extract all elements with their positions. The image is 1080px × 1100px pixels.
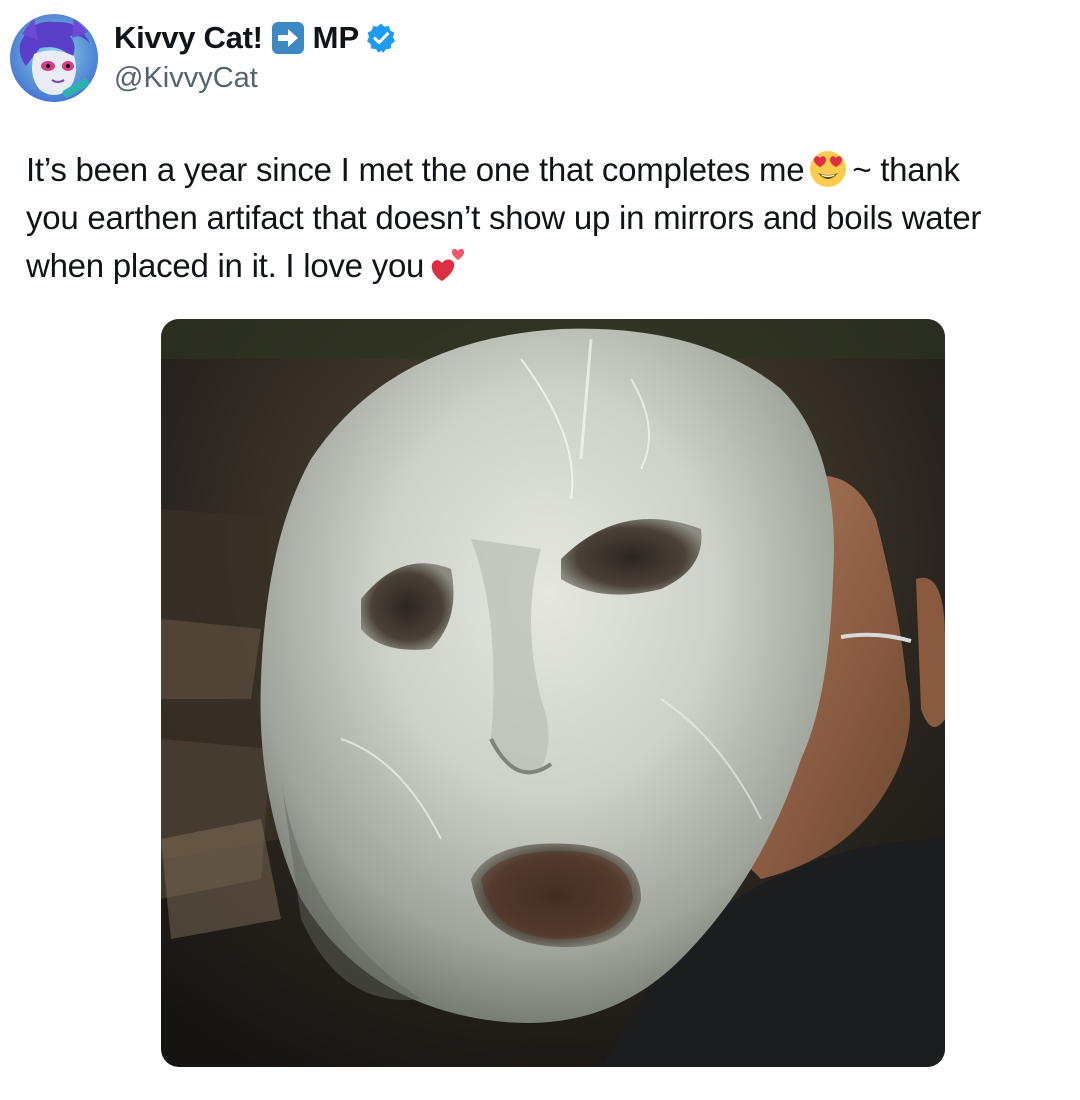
author-avatar[interactable] xyxy=(10,14,98,102)
smiling-face-with-heart-eyes-emoji-icon xyxy=(808,149,848,189)
author-handle[interactable]: @KivvyCat xyxy=(114,62,397,95)
tweet-text-segment: when placed in it. I love you xyxy=(26,247,425,284)
two-hearts-emoji-icon xyxy=(428,245,468,285)
tweet-text-line-3: when placed in it. I love you xyxy=(26,242,1076,290)
tweet-text-line-1: It’s been a year since I met the one tha… xyxy=(26,146,1076,194)
tweet-text-line-2: you earthen artifact that doesn’t show u… xyxy=(26,199,982,236)
tweet-text: It’s been a year since I met the one tha… xyxy=(26,146,1076,290)
display-name[interactable]: Kivvy Cat! xyxy=(114,20,263,56)
tweet-text-segment: ~ thank xyxy=(852,151,960,188)
tweet: Kivvy Cat! MP @KivvyCat It’s been a year… xyxy=(0,0,1080,1100)
tweet-photo[interactable] xyxy=(161,319,945,1067)
stone-face-photo xyxy=(161,319,945,1067)
verified-badge-icon[interactable] xyxy=(365,22,397,54)
tweet-text-segment: It’s been a year since I met the one tha… xyxy=(26,151,805,188)
display-name-suffix[interactable]: MP xyxy=(313,20,360,56)
display-name-row: Kivvy Cat! MP xyxy=(114,18,397,58)
right-arrow-emoji-icon xyxy=(271,21,305,55)
author-names: Kivvy Cat! MP @KivvyCat xyxy=(114,18,397,95)
avatar-image xyxy=(10,14,98,102)
